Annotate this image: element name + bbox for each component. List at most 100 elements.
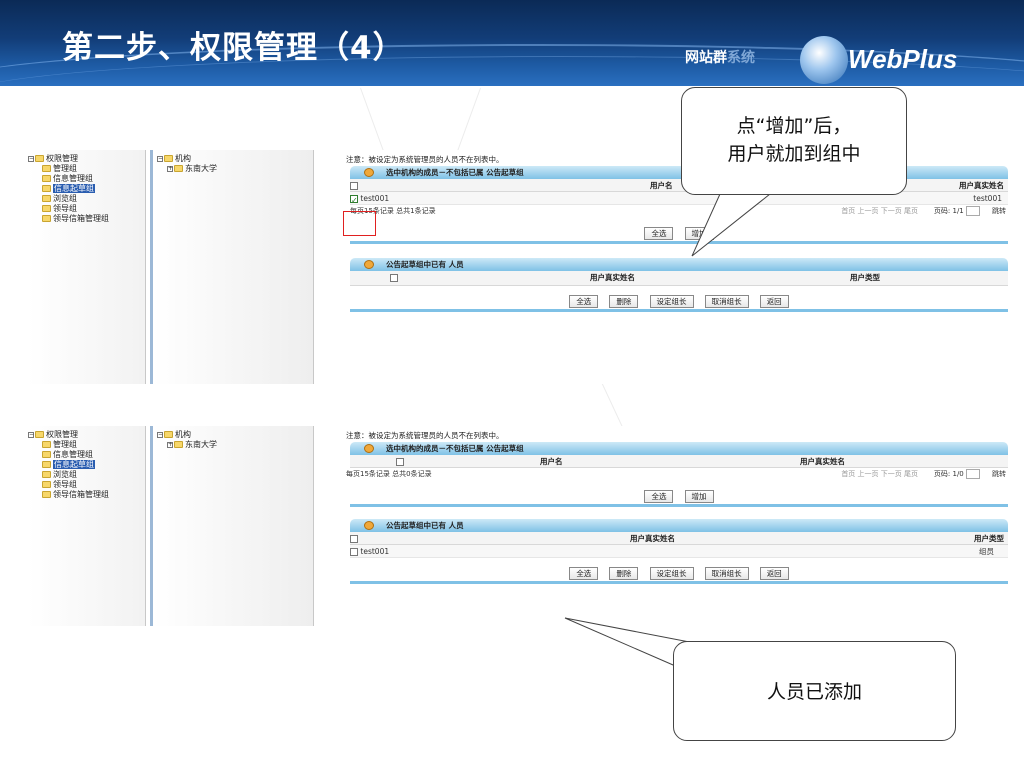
select-all-button[interactable]: 全选 xyxy=(644,490,674,503)
set-leader-button[interactable]: 设定组长 xyxy=(649,295,694,308)
grid-header: 用户名 用户真实姓名 xyxy=(350,179,1008,192)
page-jump-input[interactable] xyxy=(966,469,980,479)
tree-label: 信息起草组 xyxy=(53,184,95,193)
add-button[interactable]: 增加 xyxy=(684,490,714,503)
back-button[interactable]: 返回 xyxy=(759,295,789,308)
tree-label: 权限管理 xyxy=(46,430,78,439)
button-row: 全选 增加 xyxy=(350,218,1008,240)
org-tree: − 机构 + 东南大学 xyxy=(150,150,314,384)
group-panel-header: 公告起草组中已有 人员 xyxy=(350,258,1008,271)
tree-label: 领导信箱管理组 xyxy=(53,214,109,223)
brand-suffix: 系统 xyxy=(727,50,755,66)
pager-links[interactable]: 首页 上一页 下一页 尾页 xyxy=(841,468,918,481)
col-usertype: 用户类型 xyxy=(974,534,1004,543)
tree-item[interactable]: 领导信箱管理组 xyxy=(28,490,145,500)
select-all-button[interactable]: 全选 xyxy=(644,227,674,240)
members-panel: 选中机构的成员－不包括已属 公告起草组 用户名 用户真实姓名 每页15条记录 总… xyxy=(346,442,1008,507)
tree-item[interactable]: 信息管理组 xyxy=(28,174,145,184)
tree-item-root[interactable]: − 权限管理 xyxy=(28,154,145,164)
tree-item[interactable]: 管理组 xyxy=(28,440,145,450)
folder-icon xyxy=(42,471,51,478)
select-all-checkbox[interactable] xyxy=(350,179,358,192)
callout-line: 点“增加”后， xyxy=(736,115,852,137)
org-child-label: 东南大学 xyxy=(185,164,217,173)
panel-icon xyxy=(364,260,374,269)
folder-icon xyxy=(42,165,51,172)
tree-item[interactable]: 信息管理组 xyxy=(28,450,145,460)
tree-item[interactable]: 领导组 xyxy=(28,204,145,214)
col-realname: 用户真实姓名 xyxy=(800,457,845,466)
pager-page: 页码: 1/1 xyxy=(934,205,980,218)
select-all-checkbox[interactable] xyxy=(396,455,404,468)
slide: 第二步、权限管理（4） 网站群系统 WebPlus − 权限管理 管理组 信息管理… xyxy=(0,0,1024,768)
table-row: test001 test001 xyxy=(350,192,1008,205)
folder-icon xyxy=(42,205,51,212)
jump-button[interactable]: 跳转 xyxy=(992,205,1006,218)
tree-item-selected[interactable]: 信息起草组 xyxy=(28,184,145,194)
col-realname: 用户真实姓名 xyxy=(959,181,1004,190)
tree-label: 管理组 xyxy=(53,164,77,173)
tree-item[interactable]: 浏览组 xyxy=(28,194,145,204)
delete-button[interactable]: 删除 xyxy=(609,567,639,580)
folder-icon xyxy=(174,441,183,448)
tree-item-root[interactable]: − 权限管理 xyxy=(28,430,145,440)
pager-links[interactable]: 首页 上一页 下一页 尾页 xyxy=(841,205,918,218)
title-banner: 第二步、权限管理（4） 网站群系统 WebPlus xyxy=(0,0,1024,86)
collapse-icon[interactable]: − xyxy=(28,431,34,438)
org-child[interactable]: + 东南大学 xyxy=(157,440,313,450)
collapse-icon[interactable]: − xyxy=(157,431,163,438)
set-leader-button[interactable]: 设定组长 xyxy=(649,567,694,580)
panel-title: 公告起草组中已有 人员 xyxy=(386,521,464,530)
org-child[interactable]: + 东南大学 xyxy=(157,164,313,174)
tree-item[interactable]: 管理组 xyxy=(28,164,145,174)
tree-item[interactable]: 领导信箱管理组 xyxy=(28,214,145,224)
row-usertype: 组员 xyxy=(979,547,994,556)
folder-icon xyxy=(42,451,51,458)
callout-add-explanation: 点“增加”后， 用户就加到组中 xyxy=(681,87,907,195)
tree-item[interactable]: 领导组 xyxy=(28,480,145,490)
expand-icon[interactable]: + xyxy=(167,441,173,448)
tree-label: 领导信箱管理组 xyxy=(53,490,109,499)
collapse-icon[interactable]: − xyxy=(157,155,163,162)
org-root[interactable]: − 机构 xyxy=(157,430,313,440)
row-checkbox[interactable]: test001 xyxy=(350,545,389,558)
row-checkbox[interactable]: test001 xyxy=(350,192,389,205)
select-all-checkbox[interactable] xyxy=(390,271,398,284)
row-username: test001 xyxy=(360,547,390,556)
notice-text: 注意：被设定为系统管理员的人员不在列表中。 xyxy=(346,431,504,440)
cancel-leader-button[interactable]: 取消组长 xyxy=(704,567,749,580)
pager-summary: 每页15条记录 总共0条记录 xyxy=(346,470,432,478)
select-all-checkbox[interactable] xyxy=(350,532,358,545)
tree-item-selected[interactable]: 信息起草组 xyxy=(28,460,145,470)
collapse-icon[interactable]: − xyxy=(28,155,34,162)
delete-button[interactable]: 删除 xyxy=(609,295,639,308)
org-root[interactable]: − 机构 xyxy=(157,154,313,164)
permission-tree: − 权限管理 管理组 信息管理组 信息起草组 浏览组 领导组 领导信箱管理组 xyxy=(28,150,146,384)
cancel-leader-button[interactable]: 取消组长 xyxy=(704,295,749,308)
org-root-label: 机构 xyxy=(175,430,191,439)
highlight-box xyxy=(343,211,376,236)
members-panel-header: 选中机构的成员－不包括已属 公告起草组 xyxy=(350,442,1008,455)
expand-icon[interactable]: + xyxy=(167,165,173,172)
button-row: 全选 删除 设定组长 取消组长 返回 xyxy=(350,286,1008,308)
tree-label: 信息管理组 xyxy=(53,450,93,459)
tree-item[interactable]: 浏览组 xyxy=(28,470,145,480)
tree-label: 管理组 xyxy=(53,440,77,449)
grid-header: 用户名 用户真实姓名 xyxy=(350,455,1008,468)
jump-button[interactable]: 跳转 xyxy=(992,468,1006,481)
row-realname: test001 xyxy=(973,194,1002,203)
select-all-button[interactable]: 全选 xyxy=(569,295,599,308)
org-child-label: 东南大学 xyxy=(185,440,217,449)
back-button[interactable]: 返回 xyxy=(759,567,789,580)
page-jump-input[interactable] xyxy=(966,206,980,216)
tree-label: 权限管理 xyxy=(46,154,78,163)
folder-icon xyxy=(42,185,51,192)
screenshot-after: − 权限管理 管理组 信息管理组 信息起草组 浏览组 领导组 领导信箱管理组 − 机… xyxy=(28,426,1008,626)
notice-text: 注意：被设定为系统管理员的人员不在列表中。 xyxy=(346,155,504,164)
folder-icon xyxy=(164,431,173,438)
folder-icon xyxy=(35,155,44,162)
folder-icon xyxy=(164,155,173,162)
add-button[interactable]: 增加 xyxy=(684,227,714,240)
select-all-button[interactable]: 全选 xyxy=(569,567,599,580)
permission-tree: − 权限管理 管理组 信息管理组 信息起草组 浏览组 领导组 领导信箱管理组 xyxy=(28,426,146,626)
